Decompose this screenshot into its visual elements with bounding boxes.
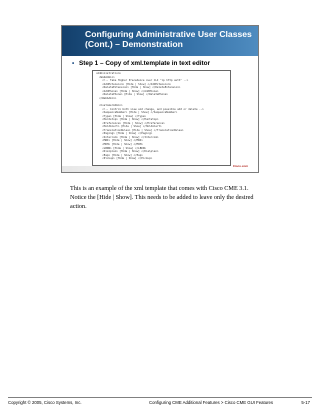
slide-title: Configuring Administrative User Classes …	[85, 29, 252, 49]
footer-copyright: Copyright © 2005, Cisco Systems, Inc.	[8, 400, 82, 405]
slide-frame: Configuring Administrative User Classes …	[61, 25, 259, 173]
cisco-logo-text: Cisco.com	[232, 164, 248, 168]
slide-bullet-text: Step 1 – Copy of xml.template in text ed…	[79, 60, 211, 67]
footer-course-title: Configuring CME Additional Features > Ci…	[149, 400, 274, 405]
footer-page-number: 5-17	[301, 400, 310, 405]
slide-footer-bar	[62, 166, 258, 172]
slide-header: Configuring Administrative User Classes …	[62, 26, 258, 56]
xml-code-line: </WebAdmin>	[96, 96, 117, 100]
bullet-dot-icon: •	[72, 60, 75, 67]
slide-bullet: • Step 1 – Copy of xml.template in text …	[72, 60, 210, 67]
caption-text: This is an example of the xml template t…	[70, 185, 254, 210]
xml-code-panel: <Administration> <WebAdmin> <!-- Take Hi…	[92, 70, 231, 166]
xml-code-line: <Pickup> [Hide | Show] </Pickup>	[96, 157, 153, 161]
page-footer: Copyright © 2005, Cisco Systems, Inc. Co…	[8, 397, 312, 406]
